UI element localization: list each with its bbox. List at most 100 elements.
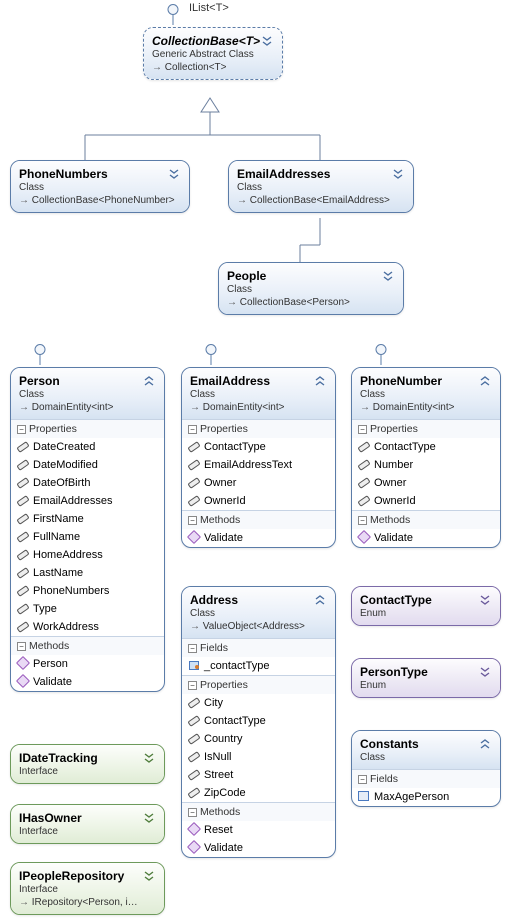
persontype-kind: Enum bbox=[360, 679, 492, 692]
method-member[interactable]: Reset bbox=[182, 821, 335, 839]
chevron-down-icon[interactable] bbox=[142, 751, 156, 765]
chevron-up-icon[interactable] bbox=[313, 374, 327, 388]
property-member[interactable]: Number bbox=[352, 456, 500, 474]
member-label: _contactType bbox=[204, 660, 269, 672]
property-member[interactable]: EmailAddresses bbox=[11, 492, 164, 510]
section-header[interactable]: −Properties bbox=[352, 420, 500, 438]
constants-fields-section: −Fields MaxAgePerson bbox=[352, 769, 500, 806]
lollipop-icon bbox=[376, 344, 387, 365]
idatetracking-interface[interactable]: IDateTracking Interface bbox=[10, 744, 165, 784]
collapse-icon: − bbox=[358, 425, 367, 434]
emailaddress-inherit: DomainEntity<int> bbox=[190, 401, 327, 414]
property-member[interactable]: ContactType bbox=[352, 438, 500, 456]
section-header[interactable]: −Properties bbox=[182, 676, 335, 694]
property-member[interactable]: ZipCode bbox=[182, 784, 335, 802]
field-member[interactable]: MaxAgePerson bbox=[352, 788, 500, 806]
chevron-down-icon[interactable] bbox=[478, 665, 492, 679]
emailaddresses-class[interactable]: EmailAddresses Class CollectionBase<Emai… bbox=[228, 160, 414, 213]
property-member[interactable]: FirstName bbox=[11, 510, 164, 528]
member-label: Number bbox=[374, 459, 413, 471]
property-member[interactable]: Street bbox=[182, 766, 335, 784]
property-member[interactable]: ContactType bbox=[182, 438, 335, 456]
ihasowner-interface[interactable]: IHasOwner Interface bbox=[10, 804, 165, 844]
chevron-down-icon[interactable] bbox=[142, 869, 156, 883]
member-label: DateModified bbox=[33, 459, 98, 471]
section-header[interactable]: −Properties bbox=[182, 420, 335, 438]
section-header[interactable]: −Methods bbox=[11, 637, 164, 655]
people-class[interactable]: People Class CollectionBase<Person> bbox=[218, 262, 404, 315]
persontype-enum[interactable]: PersonType Enum bbox=[351, 658, 501, 698]
chevron-up-icon[interactable] bbox=[313, 593, 327, 607]
persontype-title: PersonType bbox=[360, 665, 492, 679]
property-member[interactable]: Owner bbox=[352, 474, 500, 492]
collectionbase-class[interactable]: CollectionBase<T> Generic Abstract Class… bbox=[143, 27, 283, 80]
property-member[interactable]: FullName bbox=[11, 528, 164, 546]
property-member[interactable]: Owner bbox=[182, 474, 335, 492]
address-class[interactable]: Address Class ValueObject<Address> −Fiel… bbox=[181, 586, 336, 858]
chevron-down-icon[interactable] bbox=[478, 593, 492, 607]
property-member[interactable]: HomeAddress bbox=[11, 546, 164, 564]
field-member[interactable]: _contactType bbox=[182, 657, 335, 675]
property-member[interactable]: Type bbox=[11, 600, 164, 618]
wrench-icon bbox=[17, 530, 29, 542]
section-header[interactable]: −Fields bbox=[182, 639, 335, 657]
property-member[interactable]: IsNull bbox=[182, 748, 335, 766]
phonenumber-class[interactable]: PhoneNumber Class DomainEntity<int> −Pro… bbox=[351, 367, 501, 548]
chevron-down-icon[interactable] bbox=[260, 34, 274, 48]
section-header[interactable]: −Fields bbox=[352, 770, 500, 788]
emailaddress-class[interactable]: EmailAddress Class DomainEntity<int> −Pr… bbox=[181, 367, 336, 548]
member-label: Validate bbox=[204, 842, 243, 854]
section-header[interactable]: −Methods bbox=[182, 803, 335, 821]
emailaddress-kind: Class bbox=[190, 388, 327, 401]
phonenumber-kind: Class bbox=[360, 388, 492, 401]
method-member[interactable]: Validate bbox=[352, 529, 500, 547]
chevron-down-icon[interactable] bbox=[142, 811, 156, 825]
ipeoplerepo-inherit: IRepository<Person, i… bbox=[19, 896, 156, 909]
property-member[interactable]: LastName bbox=[11, 564, 164, 582]
ipeoplerepository-interface[interactable]: IPeopleRepository Interface IRepository<… bbox=[10, 862, 165, 915]
property-member[interactable]: City bbox=[182, 694, 335, 712]
chevron-down-icon[interactable] bbox=[391, 167, 405, 181]
emailaddress-methods-section: −Methods Validate bbox=[182, 510, 335, 547]
member-label: IsNull bbox=[204, 751, 232, 763]
method-member[interactable]: Validate bbox=[182, 529, 335, 547]
person-class[interactable]: Person Class DomainEntity<int> −Properti… bbox=[10, 367, 165, 692]
wrench-icon bbox=[17, 548, 29, 560]
collectionbase-inherit: Collection<T> bbox=[152, 61, 274, 74]
wrench-icon bbox=[188, 732, 200, 744]
method-member[interactable]: Validate bbox=[182, 839, 335, 857]
property-member[interactable]: OwnerId bbox=[352, 492, 500, 510]
property-member[interactable]: PhoneNumbers bbox=[11, 582, 164, 600]
chevron-up-icon[interactable] bbox=[142, 374, 156, 388]
phonenumber-properties-section: −Properties ContactType Number Owner OwnerI… bbox=[352, 419, 500, 510]
phonenumbers-class[interactable]: PhoneNumbers Class CollectionBase<PhoneN… bbox=[10, 160, 190, 213]
property-member[interactable]: EmailAddressText bbox=[182, 456, 335, 474]
contacttype-enum[interactable]: ContactType Enum bbox=[351, 586, 501, 626]
section-header[interactable]: −Methods bbox=[352, 511, 500, 529]
method-member[interactable]: Validate bbox=[11, 673, 164, 691]
method-icon bbox=[188, 823, 200, 835]
wrench-icon bbox=[17, 512, 29, 524]
chevron-down-icon[interactable] bbox=[381, 269, 395, 283]
property-member[interactable]: Country bbox=[182, 730, 335, 748]
collapse-icon: − bbox=[188, 516, 197, 525]
section-header[interactable]: −Properties bbox=[11, 420, 164, 438]
chevron-up-icon[interactable] bbox=[478, 374, 492, 388]
section-header[interactable]: −Methods bbox=[182, 511, 335, 529]
member-label: Owner bbox=[374, 477, 406, 489]
property-member[interactable]: DateCreated bbox=[11, 438, 164, 456]
method-member[interactable]: Person bbox=[11, 655, 164, 673]
member-label: Validate bbox=[33, 676, 72, 688]
chevron-up-icon[interactable] bbox=[478, 737, 492, 751]
property-member[interactable]: DateOfBirth bbox=[11, 474, 164, 492]
property-member[interactable]: DateModified bbox=[11, 456, 164, 474]
property-member[interactable]: WorkAddress bbox=[11, 618, 164, 636]
person-inherit: DomainEntity<int> bbox=[19, 401, 156, 414]
constants-class[interactable]: Constants Class −Fields MaxAgePerson bbox=[351, 730, 501, 807]
member-label: ContactType bbox=[374, 441, 436, 453]
property-member[interactable]: OwnerId bbox=[182, 492, 335, 510]
chevron-down-icon[interactable] bbox=[167, 167, 181, 181]
property-member[interactable]: ContactType bbox=[182, 712, 335, 730]
member-label: OwnerId bbox=[374, 495, 416, 507]
phonenumbers-title: PhoneNumbers bbox=[19, 167, 181, 181]
